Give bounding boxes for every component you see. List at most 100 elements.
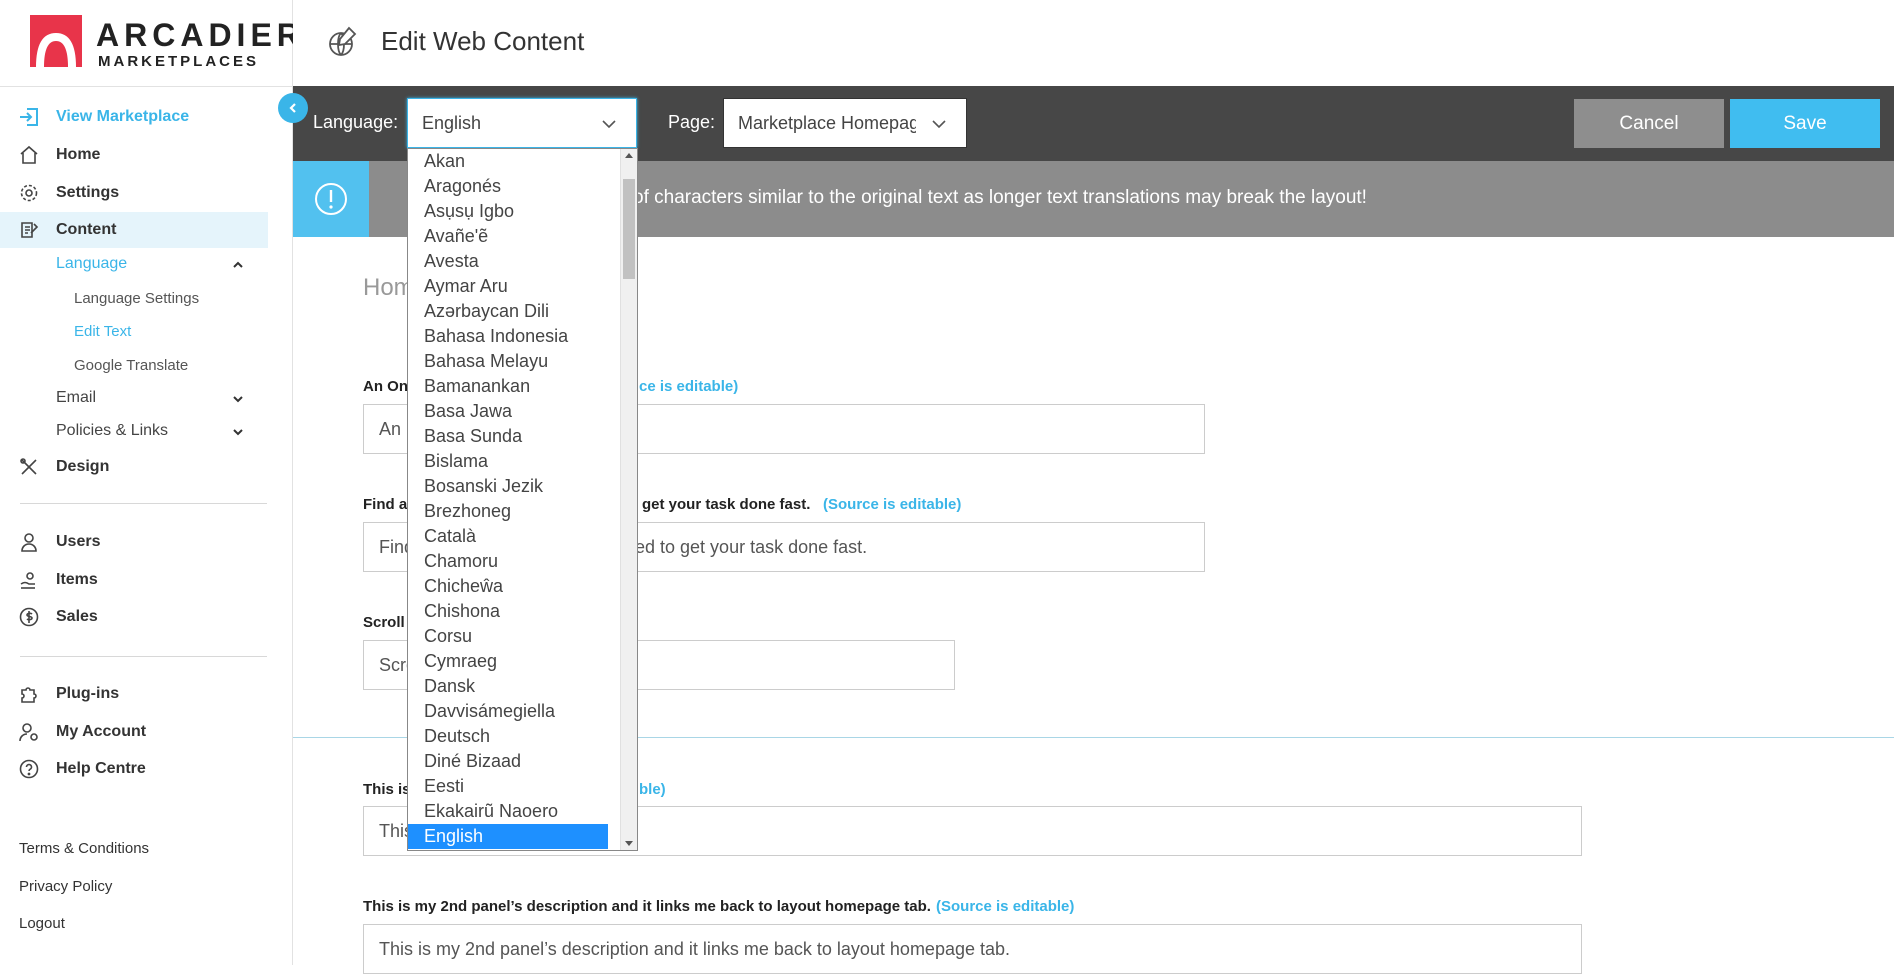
language-option[interactable]: Dansk [408,674,608,699]
nav-label: Plug-ins [56,685,120,702]
sidebar-item-edit-text[interactable]: Edit Text [74,323,131,340]
arcadier-logo[interactable]: ARCADIER MARKETPLACES [30,15,300,70]
field-label: Find a get your task done fast. (Source … [363,496,961,513]
language-option[interactable]: Asụsụ Igbo [408,199,608,224]
nav-settings[interactable]: Settings [0,175,268,211]
field-label: An On ce is editable) [363,378,738,395]
chevron-left-icon [289,103,296,113]
language-options: Akan Aragonés Asụsụ Igbo Avañe'ẽ Avesta Aymar… [408,149,637,849]
input-value: This is my 2nd panel’s description and i… [379,938,1011,959]
language-option[interactable]: Chishona [408,599,608,624]
language-option[interactable]: Brezhoneg [408,499,608,524]
exclamation-circle-icon [315,183,347,215]
nav-label: Home [56,146,101,163]
translation-input[interactable]: This is my 2nd panel’s description and i… [363,924,1582,974]
sidebar-item-language-settings[interactable]: Language Settings [74,290,199,307]
language-option[interactable]: Aragonés [408,174,608,199]
user-settings-icon [18,721,40,743]
chevron-down-icon[interactable] [232,426,244,438]
globe-edit-icon [329,26,357,56]
field-label-text: Scroll [363,614,405,631]
user-icon [18,531,40,553]
language-option[interactable]: Avañe'ẽ [408,224,608,249]
nav-home[interactable]: Home [0,137,268,173]
nav-items[interactable]: Items [0,562,268,598]
language-option[interactable]: Davvisámegiella [408,699,608,724]
brand-name: ARCADIER [96,17,305,53]
language-option[interactable]: Deutsch [408,724,608,749]
field-label-text: This is [363,781,411,798]
chevron-down-icon[interactable] [232,393,244,405]
nav-label: View Marketplace [56,108,190,125]
nav-label: Users [56,533,101,550]
language-option[interactable]: Bahasa Indonesia [408,324,608,349]
language-option[interactable]: Ekakairũ Naoero [408,799,608,824]
page-header: Edit Web Content [293,0,1894,86]
language-select[interactable]: English [407,98,637,148]
language-option[interactable]: Chamoru [408,549,608,574]
sidebar-item-google-translate[interactable]: Google Translate [74,357,188,374]
language-dropdown-list[interactable]: Akan Aragonés Asụsụ Igbo Avañe'ẽ Avesta Aymar… [407,148,638,851]
chevron-up-icon[interactable] [232,259,244,271]
nav-label: Items [56,571,98,588]
language-option[interactable]: Akan [408,149,608,174]
info-text: of characters similar to the original te… [633,187,1367,208]
language-option[interactable]: English [408,824,608,849]
language-option[interactable]: Basa Sunda [408,424,608,449]
editable-note: (Source is editable) [936,898,1075,915]
dropdown-scrollbar[interactable] [620,149,637,850]
privacy-link[interactable]: Privacy Policy [19,878,112,895]
language-option[interactable]: Bislama [408,449,608,474]
sidebar-collapse-button[interactable] [278,93,308,123]
sign-in-icon [18,106,40,128]
page-select[interactable]: Marketplace Homepage [723,98,967,148]
language-option[interactable]: Azərbaycan Dili [408,299,608,324]
field-label: This is my 2nd panel’s description and i… [363,898,1074,915]
terms-link[interactable]: Terms & Conditions [19,840,149,857]
scroll-up-arrow-icon[interactable] [625,153,633,158]
language-option[interactable]: Català [408,524,608,549]
language-option[interactable]: Avesta [408,249,608,274]
nav-my-account[interactable]: My Account [0,714,268,750]
cancel-button[interactable]: Cancel [1574,99,1724,148]
editable-note: ce is editable) [639,378,739,395]
language-option[interactable]: Bahasa Melayu [408,349,608,374]
save-button[interactable]: Save [1730,99,1880,148]
dollar-icon [18,606,40,628]
sidebar-item-policies-links[interactable]: Policies & Links [56,422,168,440]
language-select-value: English [422,112,482,133]
language-option[interactable]: Aymar Aru [408,274,608,299]
nav-label: Settings [56,184,120,201]
sidebar-item-email[interactable]: Email [56,389,96,407]
language-option[interactable]: Chicheŵa [408,574,608,599]
info-icon-box [293,161,369,237]
nav-users[interactable]: Users [0,524,268,560]
home-icon [18,144,40,166]
language-option[interactable]: Diné Bizaad [408,749,608,774]
nav-design[interactable]: Design [0,449,268,485]
logout-link[interactable]: Logout [19,915,65,932]
nav-sales[interactable]: Sales [0,599,268,635]
chevron-down-icon [602,120,616,129]
scroll-down-arrow-icon[interactable] [625,841,633,846]
nav-label: Design [56,458,110,475]
language-option[interactable]: Bamanankan [408,374,608,399]
nav-plugins[interactable]: Plug-ins [0,676,268,712]
nav-view-marketplace[interactable]: View Marketplace [0,99,268,135]
language-option[interactable]: Eesti [408,774,608,799]
chevron-down-icon [932,120,946,129]
language-option[interactable]: Bosanski Jezik [408,474,608,499]
scrollbar-thumb[interactable] [623,179,635,279]
nav-help-centre[interactable]: Help Centre [0,751,268,787]
puzzle-icon [18,683,40,705]
input-value: An [379,418,402,439]
language-option[interactable]: Corsu [408,624,608,649]
language-option[interactable]: Basa Jawa [408,399,608,424]
field-label-text: This is my 2nd panel’s description and i… [363,898,931,915]
page-title: Edit Web Content [381,26,585,56]
sidebar: ARCADIER MARKETPLACES View Marketplace H… [0,0,300,965]
help-circle-icon [18,758,40,780]
nav-content[interactable]: Content [0,212,268,248]
language-option[interactable]: Cymraeg [408,649,608,674]
sidebar-item-language[interactable]: Language [56,255,127,273]
